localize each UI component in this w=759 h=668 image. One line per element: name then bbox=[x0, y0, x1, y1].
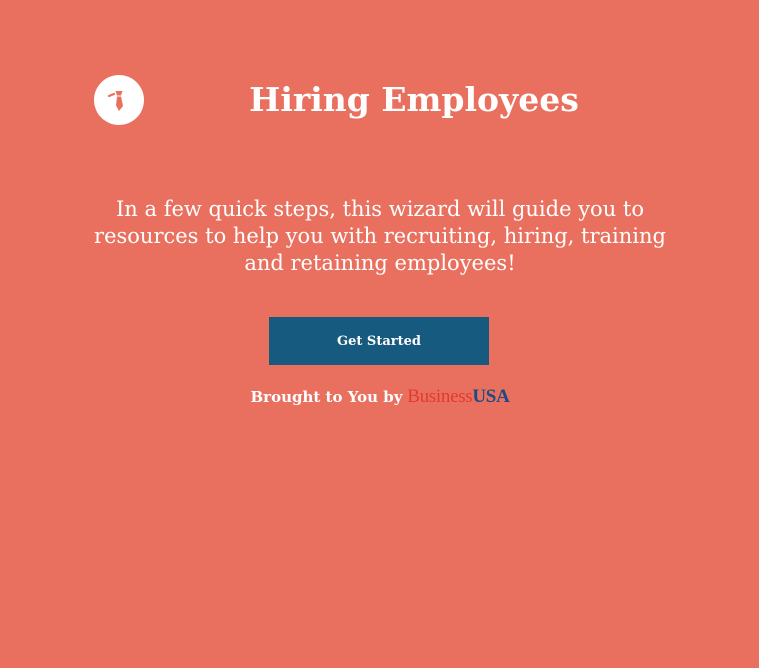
brand-business-text: Business bbox=[407, 386, 473, 407]
wizard-page: Hiring Employees In a few quick steps, t… bbox=[0, 0, 759, 668]
credit-line: Brought to You by BusinessUSA bbox=[200, 386, 560, 408]
intro-text: In a few quick steps, this wizard will g… bbox=[94, 197, 666, 275]
necktie-icon-graphic bbox=[107, 91, 123, 111]
credit-prefix: Brought to You by bbox=[250, 388, 403, 406]
page-title: Hiring Employees bbox=[249, 80, 579, 119]
businessusa-logo: BusinessUSA bbox=[407, 386, 510, 407]
get-started-button[interactable]: Get Started bbox=[269, 317, 489, 365]
necktie-icon bbox=[94, 75, 144, 125]
brand-usa-text: USA bbox=[472, 386, 510, 407]
